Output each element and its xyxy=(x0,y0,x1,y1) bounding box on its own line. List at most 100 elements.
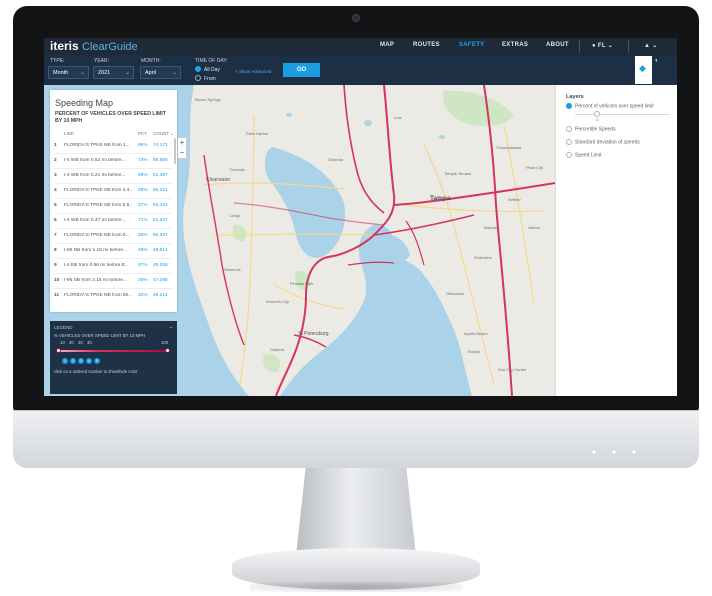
legend-order-button[interactable]: 4 xyxy=(86,358,92,364)
table-row[interactable]: 1 FLORIDA'S TPKE NB from 1... 96% 74,171 xyxy=(50,139,177,153)
map-label-seminole: Seminole xyxy=(224,267,241,272)
lake xyxy=(364,120,372,126)
table-row[interactable]: 6 I-4 WB from 0.47 mi before... 71% 51,3… xyxy=(50,214,177,228)
monitor-chin xyxy=(13,410,699,468)
table-row[interactable]: 8 I-95 NB from 1.18 mi before... 49% 49,… xyxy=(50,244,177,258)
map-label-thonotosassa: Thonotosassa xyxy=(496,145,522,150)
webcam xyxy=(352,14,360,22)
map-label-st-petersburg: St Petersburg xyxy=(298,331,329,337)
stand-shadow xyxy=(250,582,462,592)
row-count: 47,296 xyxy=(153,278,168,283)
row-link: I-95 NB from 1.18 mi before... xyxy=(64,248,128,253)
park-area xyxy=(263,354,281,373)
type-label: TYPE: xyxy=(50,58,65,64)
nav-about[interactable]: ABOUT xyxy=(546,42,569,48)
col-link-header[interactable]: LINK xyxy=(64,131,74,136)
radio-icon xyxy=(566,152,572,158)
row-pct: 49% xyxy=(138,248,148,253)
layers-toggle-button[interactable]: ◆ xyxy=(635,56,652,84)
nav-map[interactable]: MAP xyxy=(380,42,394,48)
table-row[interactable]: 9 I-4 EB from 0.56 mi before E... 57% 49… xyxy=(50,259,177,273)
year-select[interactable]: 2021 ⌄ xyxy=(93,66,134,79)
nav-safety[interactable]: SAFETY xyxy=(459,42,484,48)
legend-order-button[interactable]: 1 xyxy=(62,358,68,364)
highway-i4 xyxy=(393,182,555,206)
eye-icon: ◐ xyxy=(655,58,659,64)
type-select[interactable]: Month ⌄ xyxy=(48,66,89,79)
sort-chevron-icon[interactable]: ⌄ xyxy=(170,131,174,137)
row-count: 54,422 xyxy=(153,203,168,208)
zoom-out-button[interactable]: − xyxy=(178,148,186,158)
location-pin-icon: ● xyxy=(592,43,596,49)
map-label-sun-city-center: Sun City Center xyxy=(498,367,527,372)
chevron-down-icon: ⌄ xyxy=(607,43,614,49)
table-row[interactable]: 11 FLORIDA'S TPKE NB from Ell... 32% 45,… xyxy=(50,289,177,303)
collapse-chevron-icon[interactable]: ⌄ xyxy=(169,324,173,330)
from-radio[interactable] xyxy=(195,75,201,81)
col-pct-header[interactable]: PCT xyxy=(138,131,147,136)
panel-subtitle: PERCENT OF VEHICLES OVER SPEED LIMIT BY … xyxy=(55,111,166,124)
threshold-slider-handle[interactable] xyxy=(594,111,600,117)
legend-min-handle[interactable] xyxy=(56,348,61,353)
layer-option-label: Speed Limit xyxy=(575,152,602,159)
table-row[interactable]: 4 FLORIDA'S TPKE SB from 4.4... 25% 55,1… xyxy=(50,184,177,198)
map-label-plant-city: Plant City xyxy=(526,165,544,170)
state-selector[interactable]: ● FL ⌄ xyxy=(592,42,613,49)
legend-title: LEGEND xyxy=(54,325,73,330)
road xyxy=(239,114,255,386)
all-day-radio[interactable] xyxy=(195,66,201,72)
table-row[interactable]: 3 I-4 WB from 0.21 mi before... 69% 61,3… xyxy=(50,169,177,183)
legend-max-handle[interactable] xyxy=(165,348,170,353)
row-link: FLORIDA'S TPKE NB from 1... xyxy=(64,143,130,148)
map-label-pinellas-park: Pinellas Park xyxy=(290,281,314,286)
layer-option-speed-limit[interactable]: Speed Limit xyxy=(566,152,601,158)
legend-order-button[interactable]: 3 xyxy=(78,358,84,364)
table-row[interactable]: 10 I-95 SB from 3.15 mi before... 25% 47… xyxy=(50,274,177,288)
visibility-toggle[interactable]: ◐ xyxy=(655,58,659,64)
monitor-photo: iteris ClearGuide MAP ROUTES SAFETY EXTR… xyxy=(0,0,712,596)
filter-bar: TYPE: Month ⌄ YEAR: 2021 ⌄ MONTH: April … xyxy=(44,55,677,85)
nav-divider xyxy=(579,40,580,53)
month-select[interactable]: April ⌄ xyxy=(140,66,181,79)
road xyxy=(273,284,345,310)
month-value: April xyxy=(145,70,157,76)
go-button[interactable]: GO xyxy=(283,63,320,77)
table-row[interactable]: 7 FLORIDA'S TPKE NB from 5... 25% 50,337 xyxy=(50,229,177,243)
layer-option-percentile[interactable]: Percentile Speeds xyxy=(566,126,616,132)
legend-order-button[interactable]: 2 xyxy=(70,358,76,364)
map-label-tarpon-springs: Tarpon Springs xyxy=(194,97,221,102)
app-screen: iteris ClearGuide MAP ROUTES SAFETY EXTR… xyxy=(44,38,677,396)
row-count: 51,337 xyxy=(153,218,168,223)
map-label-riverview: Riverview xyxy=(474,255,492,260)
col-count-header[interactable]: COUNT xyxy=(153,131,169,136)
logo-sub: ClearGuide xyxy=(82,41,138,53)
nav-routes[interactable]: ROUTES xyxy=(413,42,440,48)
row-rank: 5 xyxy=(54,203,57,208)
row-count: 61,397 xyxy=(153,173,168,178)
row-count: 74,171 xyxy=(153,143,168,148)
row-rank: 9 xyxy=(54,263,57,268)
legend-tick: 30 xyxy=(78,340,83,345)
map-label-valrico: Valrico xyxy=(528,225,540,230)
legend-order-button[interactable]: 5 xyxy=(94,358,100,364)
threshold-slider-value: 10 xyxy=(595,118,599,122)
map-label-gibsonton: Gibsonton xyxy=(446,291,465,296)
map-label-ruskin: Ruskin xyxy=(468,349,481,354)
nav-extras[interactable]: EXTRAS xyxy=(502,42,528,48)
show-advanced-link[interactable]: + Show Advanced xyxy=(235,69,271,74)
row-rank: 10 xyxy=(54,278,60,283)
month-label: MONTH: xyxy=(141,58,161,64)
row-pct: 71% xyxy=(138,218,148,223)
row-pct: 69% xyxy=(138,173,148,178)
threshold-slider-track[interactable] xyxy=(575,114,670,115)
app-logo[interactable]: iteris ClearGuide xyxy=(50,39,138,53)
layer-option-std-dev[interactable]: Standard deviation of speeds xyxy=(566,139,640,145)
table-row[interactable]: 2 I-4 WB from 0.62 mi before... 73% 69,6… xyxy=(50,154,177,168)
from-label: From xyxy=(204,76,216,82)
legend-tick: 20 xyxy=(69,340,74,345)
table-row[interactable]: 5 FLORIDA'S TPKE SB from 5.5... 27% 54,4… xyxy=(50,199,177,213)
road xyxy=(503,124,535,306)
user-menu[interactable]: ▲ ⌄ xyxy=(644,42,658,49)
zoom-in-button[interactable]: + xyxy=(178,138,186,148)
layer-option-percent-over[interactable]: Percent of vehicles over speed limit xyxy=(566,103,654,109)
